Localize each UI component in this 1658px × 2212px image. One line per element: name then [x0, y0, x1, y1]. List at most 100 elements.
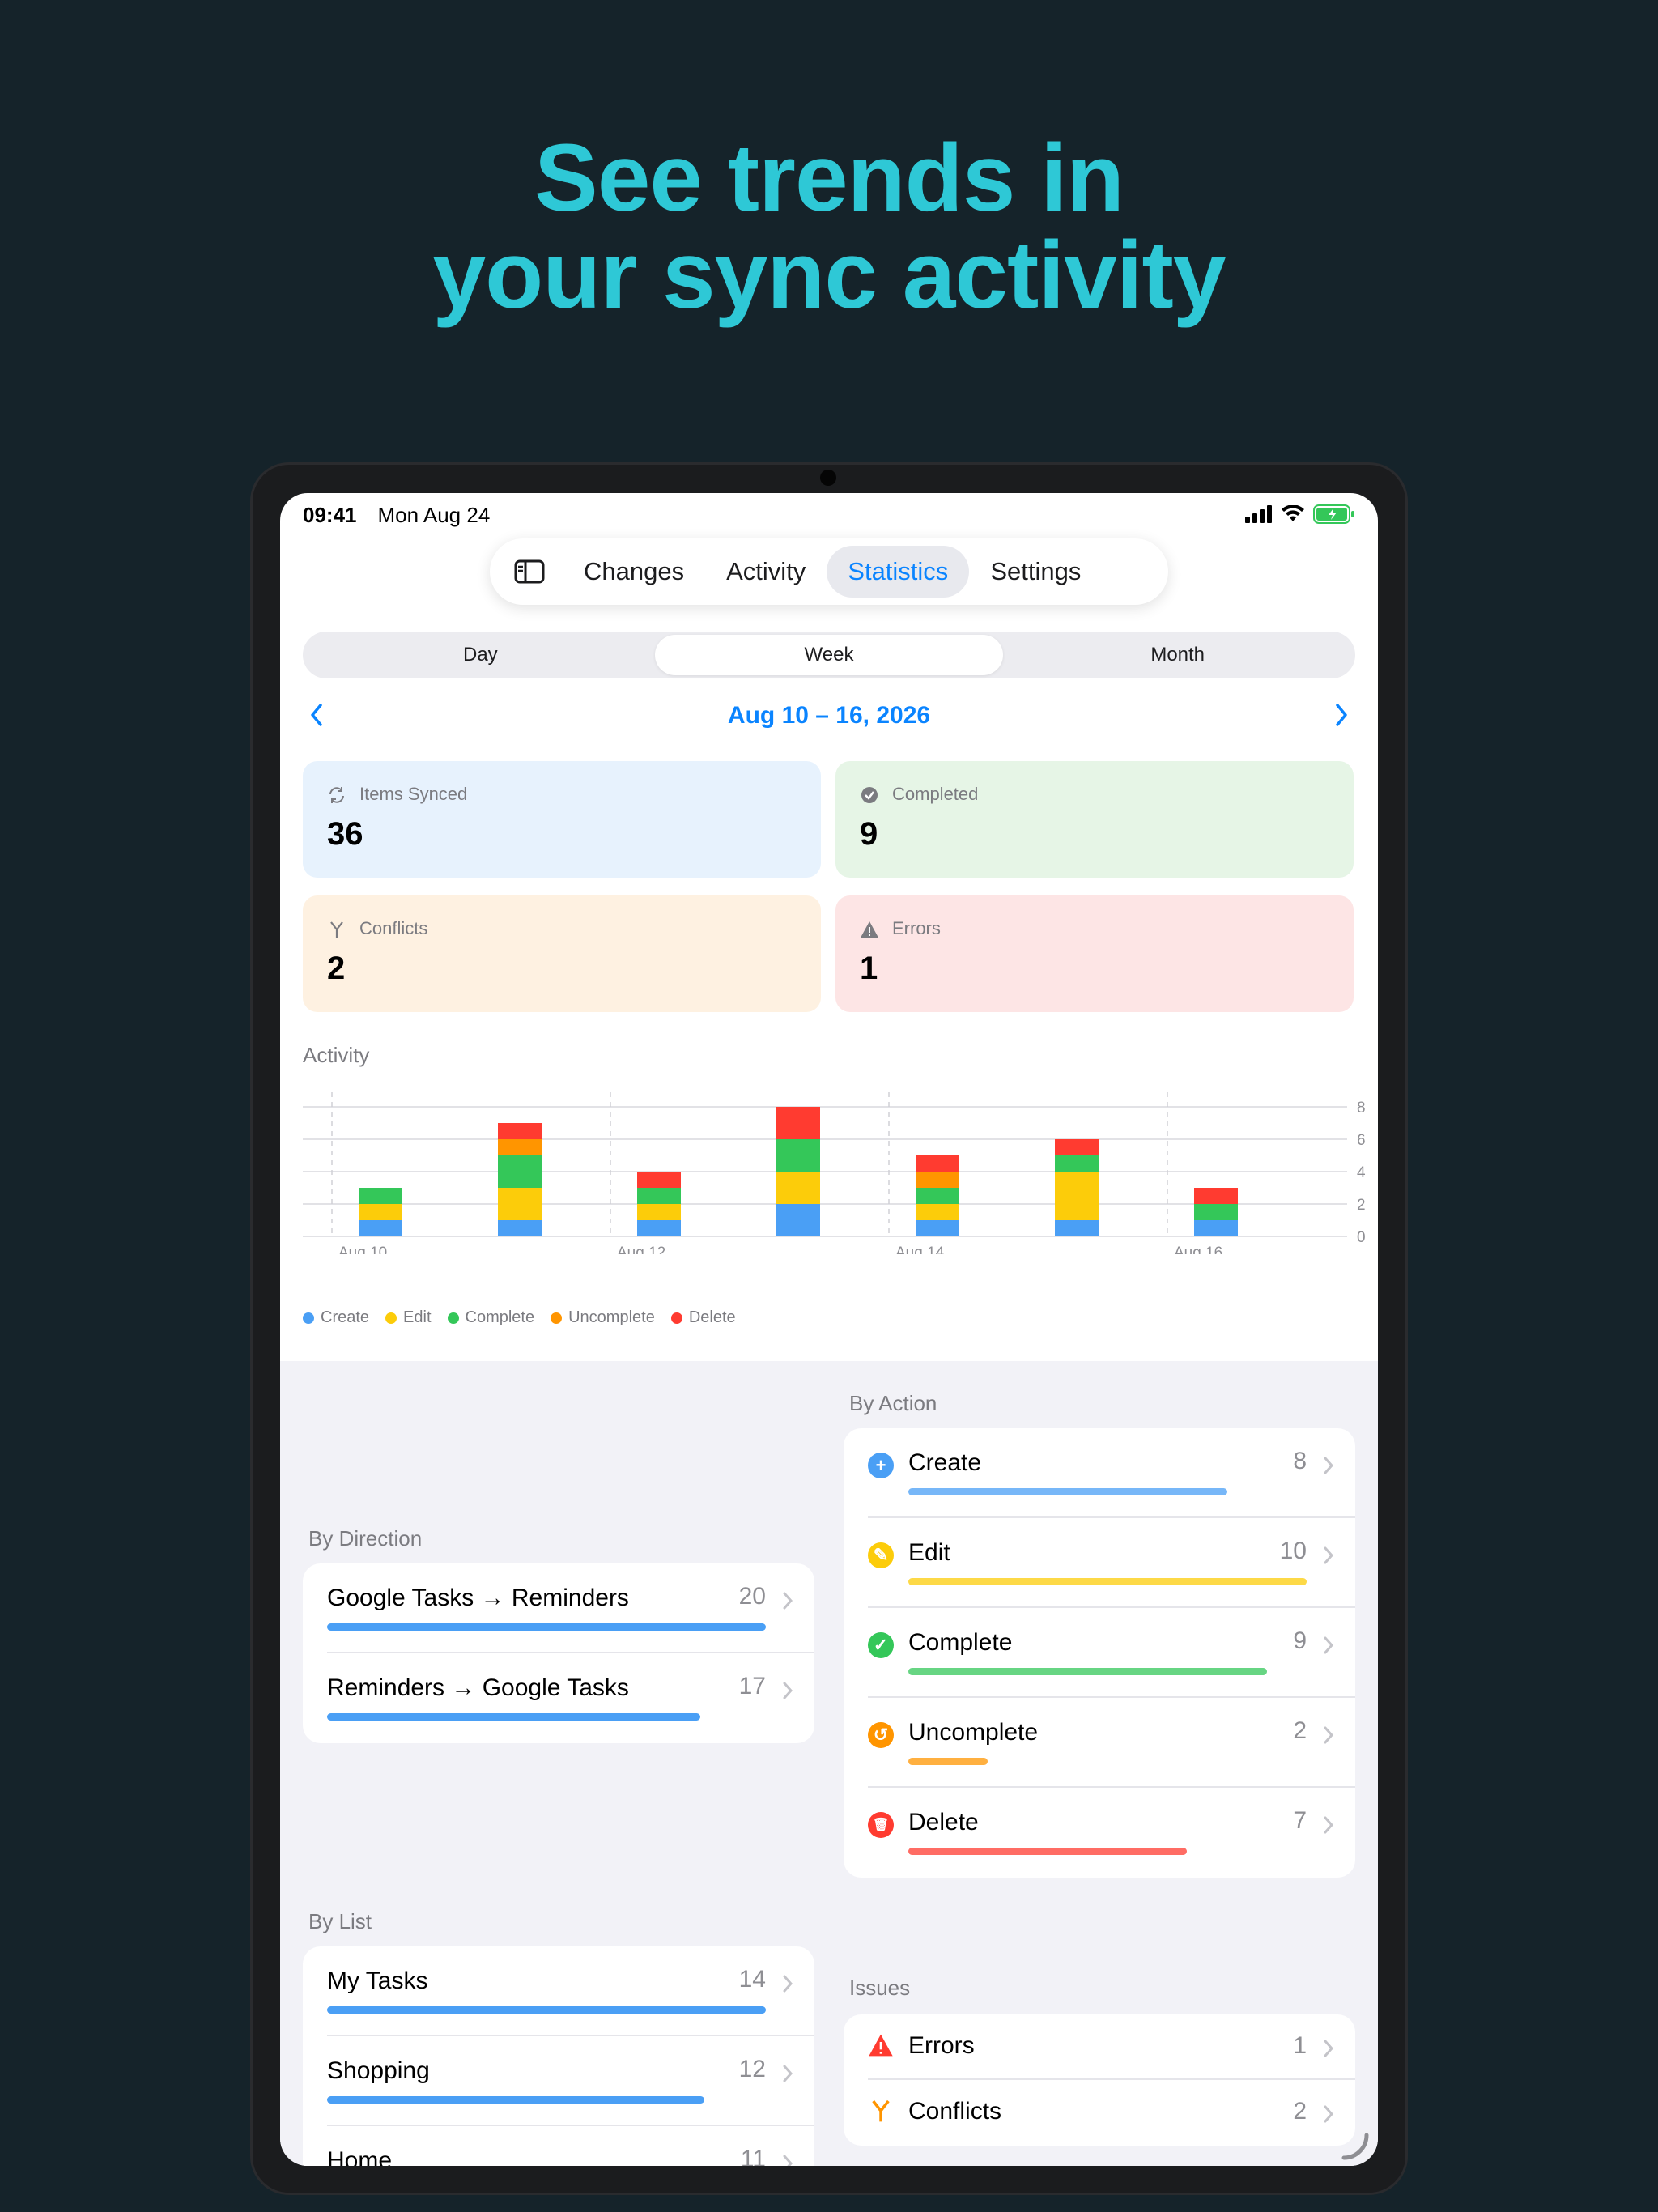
merge-icon [330, 921, 343, 938]
row-label: Edit [908, 1539, 950, 1566]
row-progress-bar [327, 1713, 700, 1721]
tab-bar: Changes Activity Statistics Settings [490, 538, 1168, 605]
row-label: Shopping [327, 2057, 430, 2084]
warning-icon [861, 921, 878, 938]
direction-row-reminders-google-tasks[interactable]: Reminders → Google Tasks 17 [303, 1653, 814, 1743]
row-label: Uncomplete [908, 1719, 1039, 1746]
bar-segment-edit [1055, 1172, 1099, 1220]
bar-segment-complete [637, 1188, 681, 1204]
issues-panel: Errors 1 Conflicts 2 [844, 2014, 1355, 2146]
x-tick-label: Aug 10 [338, 1244, 387, 1254]
activity-title: Activity [303, 1043, 370, 1067]
headline-line1: See trends in [534, 125, 1124, 232]
bar-segment-edit [637, 1204, 681, 1220]
row-count: 10 [1279, 1538, 1307, 1564]
legend-item-uncomplete: Uncomplete [551, 1308, 655, 1327]
by-action-title: By Action [849, 1391, 937, 1415]
bar-segment-delete [498, 1123, 542, 1139]
stat-label: Completed [892, 784, 979, 804]
legend-label: Complete [465, 1308, 535, 1326]
row-count: 7 [1293, 1807, 1307, 1834]
legend-dot [385, 1312, 397, 1324]
segment-week[interactable]: Week [654, 635, 1004, 675]
status-bar: 09:41 Mon Aug 24 [303, 503, 511, 528]
by-direction-title: By Direction [308, 1526, 423, 1551]
stat-label: Items Synced [359, 784, 468, 804]
y-tick-label: 0 [1357, 1229, 1366, 1246]
segment-month[interactable]: Month [1003, 635, 1352, 675]
bar-segment-uncomplete [916, 1172, 959, 1188]
issue-row-errors[interactable]: Errors 1 [844, 2014, 1355, 2080]
direction-row-google-tasks-reminders[interactable]: Google Tasks → Reminders 20 [303, 1563, 814, 1653]
date-range-label: Aug 10 – 16, 2026 [727, 702, 931, 729]
plus-icon: + [868, 1453, 894, 1478]
legend-label: Uncomplete [568, 1308, 655, 1326]
chevron-right-icon [783, 2065, 793, 2082]
list-row-home[interactable]: Home 11 [303, 2126, 814, 2166]
date-navigator: Aug 10 – 16, 2026 [303, 696, 1355, 736]
sync-icon [329, 787, 344, 803]
tab-changes[interactable]: Changes [563, 546, 705, 598]
bar-segment-create [776, 1204, 820, 1236]
issue-row-conflicts[interactable]: Conflicts 2 [844, 2080, 1355, 2146]
chart-legend: Create Edit Complete Uncomplete Delete [303, 1308, 736, 1327]
activity-chart: 0 2 4 6 8 Aug 10 Aug 12 Aug 14 Aug 16 [303, 1092, 1366, 1254]
resize-handle-icon[interactable] [1339, 2130, 1371, 2163]
bar-segment-complete [776, 1139, 820, 1172]
bar-segment-complete [498, 1155, 542, 1188]
action-row-complete[interactable]: ✓ Complete 9 [844, 1608, 1355, 1698]
chevron-right-icon [783, 1682, 793, 1699]
camera [820, 470, 836, 486]
bar-segment-delete [776, 1107, 820, 1139]
chevron-right-icon [783, 1592, 793, 1610]
chevron-right-icon [1324, 2105, 1334, 2123]
stat-label: Conflicts [359, 918, 428, 938]
row-progress-bar [908, 1578, 1307, 1585]
legend-item-create: Create [303, 1308, 369, 1327]
stat-label: Errors [892, 918, 941, 938]
stat-card-items-synced: Items Synced 36 [303, 761, 821, 878]
bar-segment-create [498, 1220, 542, 1236]
tab-statistics[interactable]: Statistics [827, 546, 970, 598]
action-row-create[interactable]: + Create 8 [844, 1428, 1355, 1518]
row-label: Google Tasks → Reminders [327, 1585, 629, 1611]
x-tick-label: Aug 12 [617, 1244, 665, 1254]
y-tick-label: 2 [1357, 1197, 1366, 1214]
y-tick-label: 4 [1357, 1164, 1366, 1181]
tab-activity[interactable]: Activity [705, 546, 827, 598]
legend-label: Delete [688, 1308, 736, 1326]
list-row-shopping[interactable]: Shopping 12 [303, 2036, 814, 2126]
sidebar-toggle-button[interactable] [496, 546, 563, 598]
bar-segment-create [637, 1220, 681, 1236]
row-count: 1 [1293, 2032, 1307, 2059]
legend-label: Edit [403, 1308, 432, 1326]
list-row-my-tasks[interactable]: My Tasks 14 [303, 1946, 814, 2036]
trash-icon: 🗑 [868, 1812, 894, 1838]
row-label: My Tasks [327, 1967, 428, 1994]
bar-segment-create [359, 1220, 402, 1236]
merge-icon [868, 2098, 894, 2124]
bar-segment-edit [776, 1172, 820, 1204]
chevron-right-icon [783, 2155, 793, 2166]
action-row-edit[interactable]: ✎ Edit 10 [844, 1518, 1355, 1608]
action-row-delete[interactable]: 🗑 Delete 7 [844, 1788, 1355, 1878]
chevron-right-icon [1324, 1546, 1334, 1564]
row-label: Reminders → Google Tasks [327, 1674, 629, 1701]
by-list-title: By List [308, 1909, 372, 1933]
stat-value: 1 [860, 951, 878, 986]
sidebar-icon [514, 559, 545, 584]
chevron-right-icon [1324, 1816, 1334, 1834]
action-row-uncomplete[interactable]: ↺ Uncomplete 2 [844, 1698, 1355, 1788]
x-tick-label: Aug 16 [1174, 1244, 1222, 1254]
bar-segment-complete [359, 1188, 402, 1204]
bar-segment-create [1194, 1220, 1238, 1236]
row-label: Conflicts [908, 2098, 1002, 2125]
legend-dot [551, 1312, 563, 1324]
chevron-right-icon [1324, 1636, 1334, 1654]
stat-value: 9 [860, 816, 878, 852]
tab-settings[interactable]: Settings [969, 546, 1102, 598]
wifi-icon [1282, 505, 1304, 521]
chevron-right-icon[interactable] [1326, 700, 1355, 730]
legend-dot [670, 1312, 682, 1324]
segment-day[interactable]: Day [306, 635, 655, 675]
